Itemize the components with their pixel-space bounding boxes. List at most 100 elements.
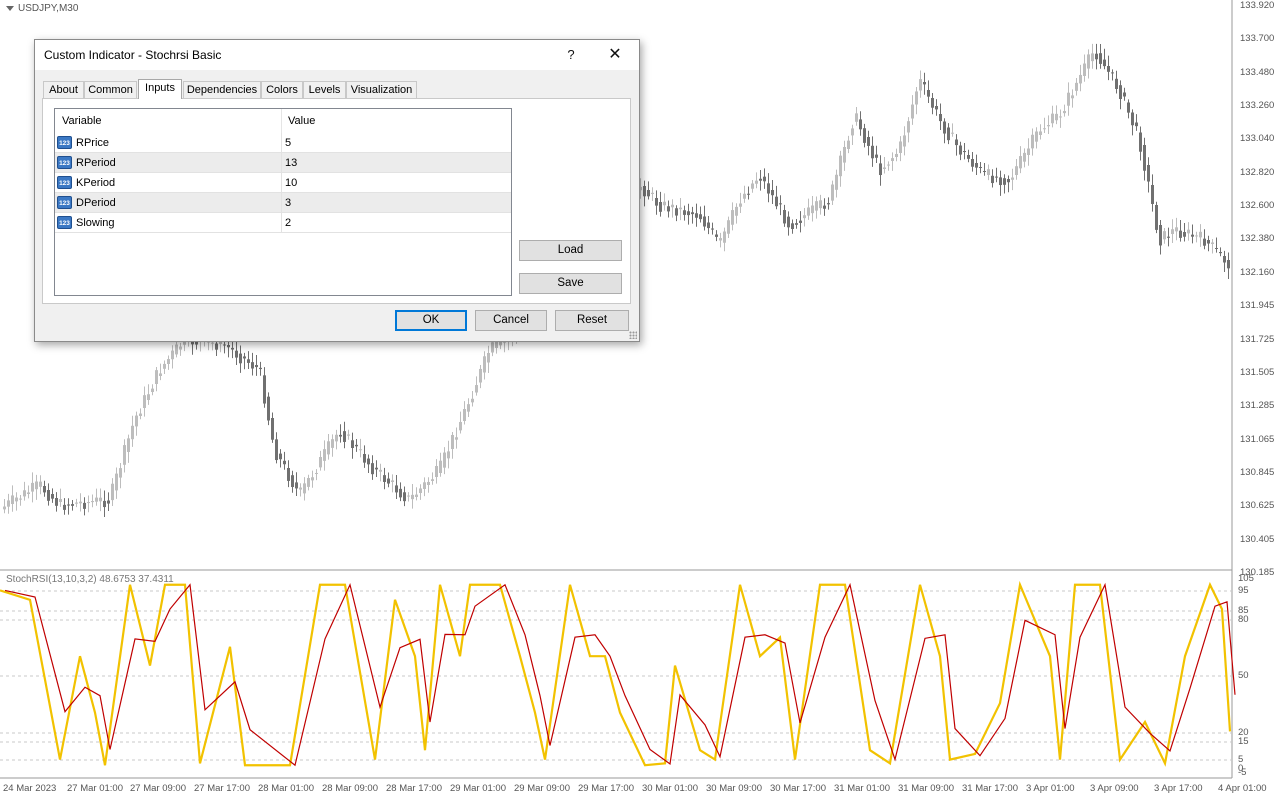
candle-body <box>1043 128 1046 130</box>
candle-body <box>223 344 226 346</box>
candle-body <box>1019 156 1022 169</box>
candle-body <box>1115 78 1118 89</box>
time-tick-label: 3 Apr 01:00 <box>1026 783 1075 794</box>
candle-body <box>827 203 830 205</box>
candle-body <box>271 418 274 440</box>
candle-body <box>655 198 658 206</box>
tab-about[interactable]: About <box>43 81 84 98</box>
save-button[interactable]: Save <box>519 273 622 294</box>
reset-button[interactable]: Reset <box>555 310 629 331</box>
candle-body <box>491 342 494 353</box>
variable-value[interactable]: 10 <box>285 177 297 189</box>
candle-body <box>1155 205 1158 230</box>
variable-value[interactable]: 5 <box>285 137 291 149</box>
variable-value[interactable]: 3 <box>285 197 291 209</box>
candle-body <box>1211 242 1214 244</box>
candle-body <box>287 468 290 481</box>
candle-body <box>167 359 170 364</box>
cancel-button[interactable]: Cancel <box>475 310 547 331</box>
price-tick-label: 133.700 <box>1240 33 1275 45</box>
candle-body <box>79 501 82 504</box>
candle-body <box>127 438 130 452</box>
candle-body <box>931 98 934 108</box>
candle-body <box>335 434 338 442</box>
table-row[interactable]: 123 KPeriod 10 <box>55 173 511 193</box>
table-row[interactable]: 123 Slowing 2 <box>55 213 511 233</box>
candle-body <box>1179 230 1182 238</box>
ok-button[interactable]: OK <box>395 310 467 331</box>
close-icon[interactable]: ✕ <box>593 40 637 70</box>
table-row[interactable]: 123 RPrice 5 <box>55 133 511 153</box>
candle-body <box>459 421 462 431</box>
time-tick-label: 30 Mar 01:00 <box>642 783 698 794</box>
candle-body <box>439 460 442 473</box>
integer-type-icon: 123 <box>57 176 72 189</box>
candle-body <box>259 367 262 370</box>
candle-body <box>683 210 686 215</box>
candle-body <box>807 207 810 216</box>
oscillator-tick-label: 105 <box>1238 573 1254 584</box>
variable-value[interactable]: 2 <box>285 217 291 229</box>
oscillator-tick-label: 50 <box>1238 670 1249 681</box>
price-tick-label: 131.505 <box>1240 366 1275 378</box>
candle-body <box>863 128 866 143</box>
candle-body <box>247 359 250 363</box>
header-value[interactable]: Value <box>288 115 315 127</box>
candle-body <box>119 468 122 478</box>
header-variable[interactable]: Variable <box>62 115 102 127</box>
tab-visualization[interactable]: Visualization <box>346 81 417 98</box>
candle-body <box>47 490 50 501</box>
candle-body <box>959 145 962 155</box>
tab-levels[interactable]: Levels <box>303 81 346 98</box>
candle-body <box>759 178 762 181</box>
candle-body <box>103 500 106 508</box>
time-tick-label: 27 Mar 17:00 <box>194 783 250 794</box>
candle-body <box>1095 53 1098 60</box>
candle-body <box>151 388 154 392</box>
tab-dependencies[interactable]: Dependencies <box>183 81 261 98</box>
price-tick-label: 132.820 <box>1240 166 1275 178</box>
candle-body <box>871 145 874 159</box>
variable-value[interactable]: 13 <box>285 157 297 169</box>
candle-body <box>907 121 910 133</box>
candle-body <box>231 347 234 350</box>
candle-body <box>179 346 182 350</box>
dropdown-triangle-icon[interactable] <box>6 5 14 11</box>
tab-colors[interactable]: Colors <box>261 81 303 98</box>
integer-type-icon: 123 <box>57 216 72 229</box>
candle-body <box>883 167 886 169</box>
help-button[interactable]: ? <box>549 40 593 70</box>
integer-type-icon: 123 <box>57 196 72 209</box>
candle-body <box>175 344 178 355</box>
oscillator-tick-label: 80 <box>1238 614 1249 625</box>
candle-body <box>743 193 746 199</box>
price-tick-label: 132.380 <box>1240 233 1275 245</box>
candle-body <box>487 352 490 363</box>
resize-grip-icon[interactable] <box>629 331 637 339</box>
time-tick-label: 31 Mar 09:00 <box>898 783 954 794</box>
candle-body <box>879 163 882 176</box>
candle-body <box>115 473 118 491</box>
candle-body <box>767 183 770 194</box>
candle-body <box>1207 240 1210 244</box>
candle-body <box>131 425 134 440</box>
inputs-grid[interactable]: Variable Value 123 RPrice 5 123 RPeriod … <box>54 108 512 296</box>
time-tick-label: 4 Apr 01:00 <box>1218 783 1267 794</box>
candle-body <box>651 192 654 194</box>
dialog-titlebar[interactable]: Custom Indicator - Stochrsi Basic ? ✕ <box>35 40 639 70</box>
candle-body <box>1031 134 1034 149</box>
candle-body <box>791 223 794 229</box>
candle-body <box>75 502 78 504</box>
candle-body <box>755 180 758 184</box>
candle-body <box>135 415 138 427</box>
candle-body <box>71 504 74 506</box>
candle-body <box>1015 166 1018 175</box>
table-row[interactable]: 123 RPeriod 13 <box>55 153 511 173</box>
tab-common[interactable]: Common <box>84 81 137 98</box>
candle-body <box>211 342 214 344</box>
table-row[interactable]: 123 DPeriod 3 <box>55 193 511 213</box>
tab-inputs[interactable]: Inputs <box>138 79 182 99</box>
load-button[interactable]: Load <box>519 240 622 261</box>
candle-body <box>323 449 326 461</box>
candle-body <box>995 176 998 178</box>
